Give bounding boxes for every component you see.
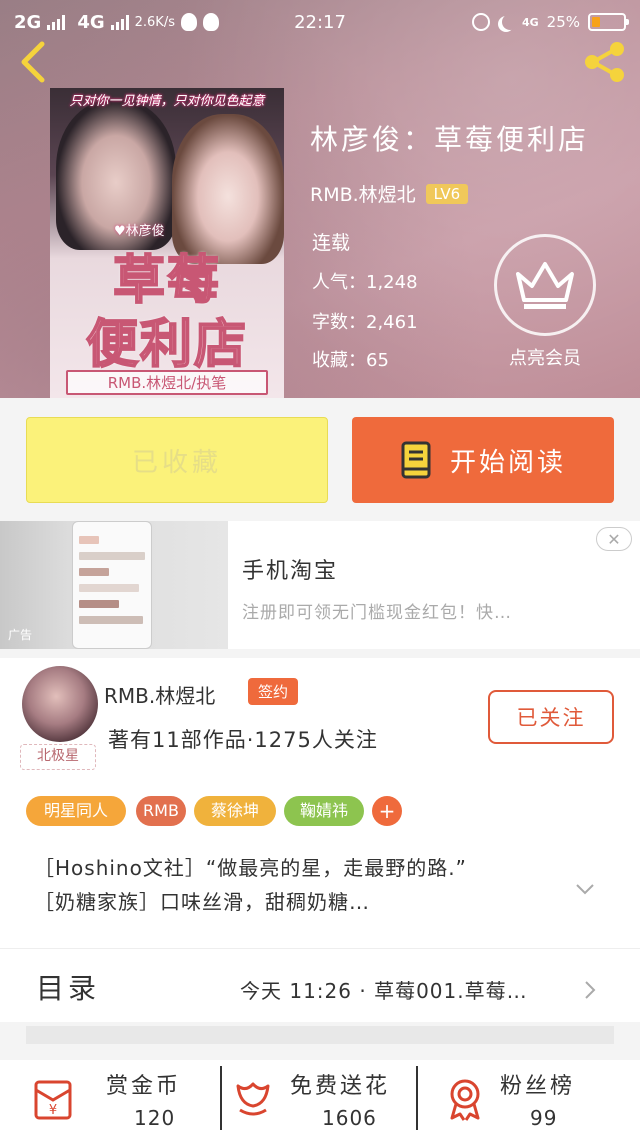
book-icon bbox=[401, 441, 431, 479]
author-intro-line2: ［奶糖家族］口味丝滑，甜稠奶糖… bbox=[34, 890, 370, 914]
cover-author-mark: ♥林彦俊 bbox=[114, 224, 165, 239]
share-button[interactable] bbox=[580, 40, 628, 84]
book-author[interactable]: RMB.林煜北 bbox=[310, 180, 416, 207]
battery-level bbox=[592, 17, 600, 27]
chevron-right-icon bbox=[585, 981, 596, 999]
network-indicator: 4G bbox=[521, 15, 539, 29]
chevron-down-icon bbox=[576, 884, 594, 895]
ad-image: 广告 bbox=[0, 521, 228, 649]
book-title: 林彦俊：草莓便利店 bbox=[310, 123, 590, 156]
tag-rmb[interactable]: RMB bbox=[136, 796, 186, 826]
fan-ranking-value: 99 bbox=[530, 1106, 558, 1130]
moon-icon bbox=[502, 14, 518, 30]
author-name[interactable]: RMB.林煜北 bbox=[104, 680, 215, 709]
tag-ju-jingyi[interactable]: 鞠婧祎 bbox=[284, 796, 364, 826]
svg-text:¥: ¥ bbox=[49, 1103, 57, 1118]
author-intro-line1: ［Hoshino文社］“做最亮的星，走最野的路.” bbox=[34, 856, 467, 880]
reward-coins-value: 120 bbox=[134, 1106, 176, 1130]
reward-coins-label: 赏金币 bbox=[106, 1074, 182, 1099]
medal-icon bbox=[450, 1079, 480, 1121]
vip-label[interactable]: 点亮会员 bbox=[470, 344, 620, 370]
book-header: 2G 4G 2.6K/s 22:17 4G 25% 只对你一见钟情，只对你见色起… bbox=[0, 0, 640, 398]
book-status: 连载 bbox=[312, 232, 351, 254]
ad-close-button[interactable]: ✕ bbox=[596, 527, 632, 551]
book-author-row[interactable]: RMB.林煜北 LV6 bbox=[310, 180, 469, 207]
close-icon: ✕ bbox=[607, 529, 621, 549]
qq-icon bbox=[202, 13, 219, 31]
battery-icon bbox=[588, 13, 629, 31]
ad-description: 注册即可领无门槛现金红包！快… bbox=[242, 603, 512, 623]
avatar-badge: 北极星 bbox=[20, 744, 96, 770]
ad-banner[interactable]: 广告 手机淘宝 注册即可领无门槛现金红包！快… bbox=[0, 521, 640, 649]
signed-badge: 签约 bbox=[248, 678, 299, 705]
catalog-row[interactable]: 目录 今天 11:26 · 草莓001.草莓… bbox=[0, 948, 640, 1022]
fan-ranking-label: 粉丝榜 bbox=[500, 1074, 576, 1099]
network-speed: 2.6K/s bbox=[134, 14, 175, 30]
signal-icon bbox=[47, 14, 66, 30]
share-icon bbox=[585, 42, 624, 82]
cover-title-line2: 便利店 bbox=[85, 314, 248, 376]
ad-phone-mockup bbox=[72, 521, 152, 649]
cover-tagline: 只对你一见钟情，只对你见色起意 bbox=[69, 94, 265, 109]
send-flowers-button[interactable]: 免费送花 1606 bbox=[222, 1060, 430, 1138]
send-flowers-value: 1606 bbox=[322, 1106, 377, 1130]
avatar[interactable] bbox=[22, 666, 98, 742]
add-tag-button[interactable]: + bbox=[372, 796, 402, 826]
latest-chapter: 今天 11:26 · 草莓001.草莓… bbox=[240, 979, 528, 1003]
flower-icon bbox=[236, 1082, 270, 1116]
reward-coins-button[interactable]: ¥ 赏金币 120 bbox=[0, 1060, 208, 1138]
vip-button[interactable] bbox=[494, 234, 596, 336]
fan-ranking-button[interactable]: 粉丝榜 99 bbox=[418, 1060, 626, 1138]
author-card: 北极星 RMB.林煜北 签约 著有11部作品·1275人关注 已关注 明星同人 … bbox=[0, 658, 640, 948]
catalog-title: 目录 bbox=[36, 972, 101, 1005]
status-bar: 2G 4G 2.6K/s 22:17 4G 25% bbox=[0, 0, 640, 44]
section-divider bbox=[26, 1026, 614, 1044]
network-type-label: 2G bbox=[14, 11, 42, 33]
favorites-count: 收藏：65 bbox=[312, 350, 389, 371]
book-cover[interactable]: 只对你一见钟情，只对你见色起意 ♥林彦俊 草莓 便利店 RMB.林煜北/执笔 bbox=[50, 88, 284, 398]
start-reading-button[interactable]: 开始阅读 bbox=[352, 417, 614, 503]
ad-mark: 广告 bbox=[8, 628, 33, 642]
signal-icon bbox=[110, 14, 129, 30]
collected-button[interactable]: 已收藏 bbox=[26, 417, 328, 503]
tag-cai-xukun[interactable]: 蔡徐坤 bbox=[194, 796, 276, 826]
expand-intro-button[interactable] bbox=[574, 878, 596, 900]
qq-icon bbox=[180, 13, 197, 31]
back-button[interactable] bbox=[14, 40, 54, 84]
chevron-left-icon bbox=[21, 41, 45, 83]
tag-star-fanfic[interactable]: 明星同人 bbox=[26, 796, 126, 826]
popularity-count: 人气：1,248 bbox=[312, 272, 418, 293]
red-envelope-icon: ¥ bbox=[34, 1080, 72, 1120]
bottom-stats-bar: ¥ 赏金币 120 免费送花 1606 粉丝榜 99 bbox=[0, 1060, 640, 1138]
battery-percent: 25% bbox=[546, 13, 580, 31]
send-flowers-label: 免费送花 bbox=[290, 1074, 391, 1099]
alarm-icon bbox=[471, 13, 490, 31]
crown-icon bbox=[516, 262, 574, 309]
cover-subtitle: RMB.林煜北/执笔 bbox=[66, 370, 268, 395]
followed-button[interactable]: 已关注 bbox=[488, 690, 614, 744]
network-type-label-2: 4G bbox=[77, 11, 105, 33]
start-reading-label: 开始阅读 bbox=[449, 447, 566, 478]
word-count: 字数：2,461 bbox=[312, 312, 418, 333]
author-works-summary: 著有11部作品·1275人关注 bbox=[108, 728, 378, 752]
ad-title: 手机淘宝 bbox=[242, 559, 339, 584]
level-badge: LV6 bbox=[425, 183, 469, 204]
